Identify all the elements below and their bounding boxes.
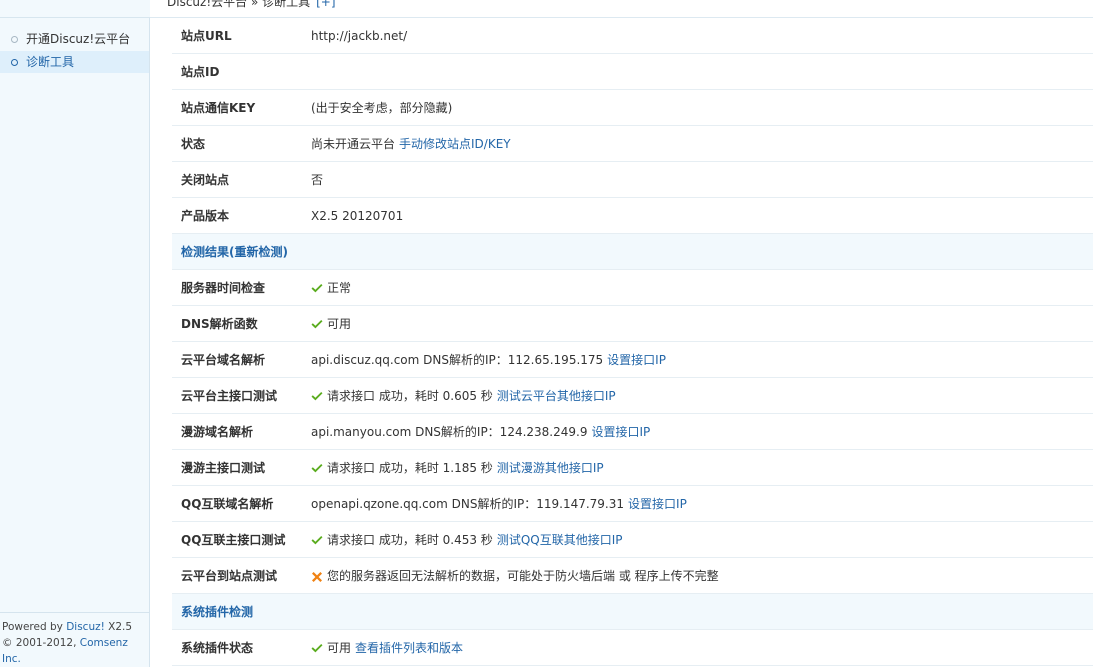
row-label: 系统插件状态 bbox=[181, 641, 254, 655]
check-icon bbox=[311, 536, 323, 545]
set-manyou-ip-link[interactable]: 设置接口IP bbox=[591, 425, 650, 439]
row-label: QQ互联域名解析 bbox=[181, 497, 274, 511]
row-value: 您的服务器返回无法解析的数据，可能处于防火墙后端 或 程序上传不完整 bbox=[327, 569, 719, 583]
add-shortcut-link[interactable]: [+] bbox=[316, 0, 335, 9]
set-qq-ip-link[interactable]: 设置接口IP bbox=[628, 497, 687, 511]
edit-site-key-link[interactable]: 手动修改站点ID/KEY bbox=[399, 137, 511, 151]
row-value: 可用 bbox=[327, 317, 352, 331]
check-icon bbox=[311, 464, 323, 473]
sidebar-footer: Powered by Discuz! X2.5 © 2001-2012, Com… bbox=[0, 612, 150, 667]
row-value: 请求接口 成功，耗时 0.605 秒 bbox=[327, 389, 493, 403]
section-check-results: 检测结果(重新检测) bbox=[172, 234, 1093, 270]
section-plugin-check: 系统插件检测 bbox=[172, 594, 1093, 630]
row-label: 云平台域名解析 bbox=[181, 353, 266, 367]
row-value: api.manyou.com DNS解析的IP：124.238.249.9 bbox=[311, 425, 588, 439]
row-value: 请求接口 成功，耗时 1.185 秒 bbox=[327, 461, 493, 475]
view-plugin-list-link[interactable]: 查看插件列表和版本 bbox=[355, 641, 463, 655]
row-label: DNS解析函数 bbox=[181, 317, 258, 331]
powered-version: X2.5 bbox=[104, 621, 133, 633]
recheck-link[interactable]: 检测结果(重新检测) bbox=[181, 234, 288, 270]
row-cloud-to-site: 云平台到站点测试 您的服务器返回无法解析的数据，可能处于防火墙后端 或 程序上传… bbox=[172, 558, 1093, 594]
row-value: (出于安全考虑，部分隐藏) bbox=[311, 101, 453, 115]
row-status: 状态 尚未开通云平台 手动修改站点ID/KEY bbox=[172, 126, 1093, 162]
sidebar-item-label: 开通Discuz!云平台 bbox=[26, 32, 131, 46]
row-label: 站点URL bbox=[181, 29, 232, 43]
breadcrumb: Discuz!云平台 » 诊断工具 [+] bbox=[150, 0, 1093, 18]
row-value: 否 bbox=[311, 173, 324, 187]
check-icon bbox=[311, 392, 323, 401]
row-manyou-api: 漫游主接口测试 请求接口 成功，耗时 1.185 秒测试漫游其他接口IP bbox=[172, 450, 1093, 486]
row-label: 产品版本 bbox=[181, 209, 230, 223]
check-icon bbox=[311, 644, 323, 653]
bullet-icon bbox=[11, 59, 18, 66]
row-qq-dns: QQ互联域名解析 openapi.qzone.qq.com DNS解析的IP：1… bbox=[172, 486, 1093, 522]
row-value: X2.5 20120701 bbox=[311, 209, 404, 223]
check-icon bbox=[311, 320, 323, 329]
row-manyou-dns: 漫游域名解析 api.manyou.com DNS解析的IP：124.238.2… bbox=[172, 414, 1093, 450]
diagnostic-table: 站点URL http://jackb.net/ 站点ID 站点通信KEY (出于… bbox=[172, 18, 1093, 666]
row-version: 产品版本 X2.5 20120701 bbox=[172, 198, 1093, 234]
row-value: http://jackb.net/ bbox=[311, 29, 408, 43]
row-cloud-dns: 云平台域名解析 api.discuz.qq.com DNS解析的IP：112.6… bbox=[172, 342, 1093, 378]
row-cloud-api: 云平台主接口测试 请求接口 成功，耗时 0.605 秒测试云平台其他接口IP bbox=[172, 378, 1093, 414]
row-label: 状态 bbox=[181, 137, 206, 151]
copyright: © 2001-2012, Comsenz Inc. bbox=[2, 635, 150, 667]
set-cloud-ip-link[interactable]: 设置接口IP bbox=[607, 353, 666, 367]
row-label: 云平台主接口测试 bbox=[181, 389, 278, 403]
test-manyou-ip-link[interactable]: 测试漫游其他接口IP bbox=[497, 461, 604, 475]
row-site-id: 站点ID bbox=[172, 54, 1093, 90]
copyright-prefix: © 2001-2012, bbox=[2, 637, 80, 649]
row-value: openapi.qzone.qq.com DNS解析的IP：119.147.79… bbox=[311, 497, 625, 511]
discuz-link[interactable]: Discuz! bbox=[66, 621, 105, 633]
sidebar: 开通Discuz!云平台 诊断工具 Powered by Discuz! X2.… bbox=[0, 0, 150, 667]
test-cloud-ip-link[interactable]: 测试云平台其他接口IP bbox=[497, 389, 616, 403]
sidebar-item-open-cloud[interactable]: 开通Discuz!云平台 bbox=[0, 28, 149, 50]
bullet-icon bbox=[11, 36, 18, 43]
cross-icon bbox=[311, 571, 323, 583]
row-label: 漫游主接口测试 bbox=[181, 461, 266, 475]
row-label: 关闭站点 bbox=[181, 173, 230, 187]
powered-prefix: Powered by bbox=[2, 621, 67, 633]
sidebar-item-diagnostic[interactable]: 诊断工具 bbox=[0, 51, 149, 73]
row-label: 服务器时间检查 bbox=[181, 281, 266, 295]
row-label: 云平台到站点测试 bbox=[181, 569, 278, 583]
row-value: 请求接口 成功，耗时 0.453 秒 bbox=[327, 533, 493, 547]
section-title: 系统插件检测 bbox=[181, 605, 254, 619]
row-label: QQ互联主接口测试 bbox=[181, 533, 286, 547]
row-label: 站点通信KEY bbox=[181, 101, 256, 115]
row-value: 尚未开通云平台 bbox=[311, 137, 396, 151]
powered-by: Powered by Discuz! X2.5 bbox=[2, 619, 150, 635]
breadcrumb-text: Discuz!云平台 » 诊断工具 bbox=[167, 0, 311, 9]
row-label: 站点ID bbox=[181, 65, 220, 79]
row-site-key: 站点通信KEY (出于安全考虑，部分隐藏) bbox=[172, 90, 1093, 126]
row-label: 漫游域名解析 bbox=[181, 425, 254, 439]
row-value: 可用 bbox=[327, 641, 352, 655]
sidebar-menu: 开通Discuz!云平台 诊断工具 bbox=[0, 28, 149, 74]
sidebar-item-label: 诊断工具 bbox=[26, 55, 75, 69]
row-plugin-status: 系统插件状态 可用 查看插件列表和版本 bbox=[172, 630, 1093, 666]
row-dns-function: DNS解析函数 可用 bbox=[172, 306, 1093, 342]
row-server-time: 服务器时间检查 正常 bbox=[172, 270, 1093, 306]
row-value: 正常 bbox=[327, 281, 352, 295]
sidebar-header bbox=[0, 0, 150, 18]
check-icon bbox=[311, 284, 323, 293]
test-qq-ip-link[interactable]: 测试QQ互联其他接口IP bbox=[497, 533, 623, 547]
row-qq-api: QQ互联主接口测试 请求接口 成功，耗时 0.453 秒测试QQ互联其他接口IP bbox=[172, 522, 1093, 558]
row-value: api.discuz.qq.com DNS解析的IP：112.65.195.17… bbox=[311, 353, 604, 367]
row-site-closed: 关闭站点 否 bbox=[172, 162, 1093, 198]
row-site-url: 站点URL http://jackb.net/ bbox=[172, 18, 1093, 54]
